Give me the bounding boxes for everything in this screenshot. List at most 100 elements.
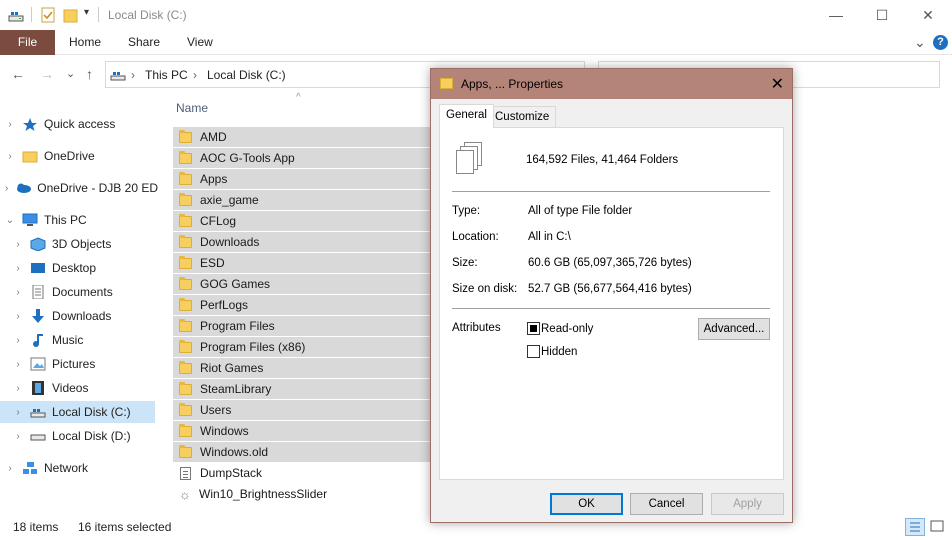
list-item[interactable]: AMD bbox=[173, 127, 430, 147]
list-item[interactable]: SteamLibrary bbox=[173, 379, 430, 399]
list-item[interactable]: ESD bbox=[173, 253, 430, 273]
item-name: Windows bbox=[200, 424, 249, 438]
status-item-count: 18 items bbox=[13, 520, 59, 534]
chevron-right-icon[interactable]: › bbox=[12, 287, 24, 298]
chevron-down-icon[interactable]: ⌄ bbox=[4, 215, 16, 226]
nav-item-pictures[interactable]: › Pictures bbox=[12, 354, 154, 374]
nav-item-local-disk-d[interactable]: › Local Disk (D:) bbox=[12, 426, 154, 446]
column-header-name[interactable]: Name bbox=[176, 101, 208, 115]
nav-item-network[interactable]: › Network bbox=[4, 458, 154, 478]
item-name: DumpStack bbox=[200, 466, 263, 480]
list-item[interactable]: Downloads bbox=[173, 232, 430, 252]
item-name: GOG Games bbox=[200, 277, 271, 291]
list-item[interactable]: DumpStack bbox=[173, 463, 430, 483]
list-item[interactable]: Riot Games bbox=[173, 358, 430, 378]
tab-general[interactable]: General bbox=[439, 104, 494, 128]
customize-toolbar-dropdown[interactable]: ▾ bbox=[84, 7, 89, 25]
nav-item-label: Downloads bbox=[52, 309, 112, 323]
breadcrumb-separator[interactable]: › bbox=[131, 68, 135, 82]
list-item[interactable]: CFLog bbox=[173, 211, 430, 231]
chevron-right-icon[interactable]: › bbox=[4, 151, 16, 162]
ok-button[interactable]: OK bbox=[550, 493, 623, 515]
chevron-right-icon[interactable]: › bbox=[12, 383, 24, 394]
folder-icon bbox=[179, 171, 192, 185]
list-item[interactable]: ☼ Win10_BrightnessSlider bbox=[173, 484, 430, 504]
divider bbox=[452, 308, 770, 309]
chevron-right-icon[interactable]: › bbox=[4, 119, 16, 130]
minimize-button[interactable]: — bbox=[813, 0, 859, 30]
nav-item-this-pc[interactable]: ⌄ This PC bbox=[4, 210, 154, 230]
breadcrumb-this-pc[interactable]: This PC bbox=[145, 68, 188, 82]
list-item[interactable]: Windows bbox=[173, 421, 430, 441]
list-item[interactable]: axie_game bbox=[173, 190, 430, 210]
list-item[interactable]: AOC G-Tools App bbox=[173, 148, 430, 168]
read-only-label[interactable]: Read-only bbox=[541, 323, 593, 335]
list-item[interactable]: Users bbox=[173, 400, 430, 420]
forward-button[interactable]: → bbox=[40, 66, 54, 82]
folder-icon bbox=[440, 78, 453, 89]
chevron-right-icon[interactable]: › bbox=[12, 263, 24, 274]
chevron-right-icon[interactable]: › bbox=[12, 239, 24, 250]
nav-item-quick-access[interactable]: › Quick access bbox=[4, 114, 154, 134]
list-item[interactable]: PerfLogs bbox=[173, 295, 430, 315]
list-item[interactable]: GOG Games bbox=[173, 274, 430, 294]
new-folder-icon[interactable] bbox=[63, 6, 79, 24]
nav-item-onedrive[interactable]: › OneDrive bbox=[4, 146, 154, 166]
breadcrumb-local-disk-c[interactable]: Local Disk (C:) bbox=[207, 68, 286, 82]
tab-file[interactable]: File bbox=[0, 30, 55, 55]
cancel-button[interactable]: Cancel bbox=[630, 493, 703, 515]
chevron-right-icon[interactable]: › bbox=[12, 311, 24, 322]
nav-item-music[interactable]: › Music bbox=[12, 330, 154, 350]
read-only-checkbox[interactable] bbox=[527, 322, 540, 335]
tab-share[interactable]: Share bbox=[128, 30, 160, 55]
details-view-icon[interactable] bbox=[905, 518, 925, 536]
expand-ribbon-button[interactable]: ⌄ bbox=[914, 30, 926, 55]
close-window-button[interactable]: ✕ bbox=[905, 0, 951, 30]
maximize-button[interactable]: ☐ bbox=[859, 0, 905, 30]
nav-item-onedrive-djb[interactable]: › OneDrive - DJB 20 ED bbox=[4, 178, 158, 198]
list-item[interactable]: Program Files bbox=[173, 316, 430, 336]
folder-icon bbox=[179, 381, 192, 395]
advanced-button[interactable]: Advanced... bbox=[698, 318, 770, 340]
chevron-right-icon[interactable]: › bbox=[12, 431, 24, 442]
cloud-icon bbox=[15, 181, 32, 195]
tab-customize[interactable]: Customize bbox=[488, 106, 557, 127]
item-name: SteamLibrary bbox=[200, 382, 272, 396]
chevron-right-icon[interactable]: › bbox=[12, 407, 24, 418]
dialog-title: Apps, ... Properties bbox=[461, 77, 564, 91]
nav-item-3d-objects[interactable]: › 3D Objects bbox=[12, 234, 154, 254]
nav-item-label: Local Disk (D:) bbox=[52, 429, 131, 443]
folder-icon bbox=[179, 360, 192, 374]
chevron-right-icon[interactable]: › bbox=[12, 359, 24, 370]
chevron-right-icon[interactable]: › bbox=[4, 463, 16, 474]
chevron-right-icon[interactable]: › bbox=[12, 335, 24, 346]
close-dialog-button[interactable]: ✕ bbox=[771, 74, 784, 94]
hidden-label[interactable]: Hidden bbox=[541, 346, 577, 358]
dialog-caption[interactable]: Apps, ... Properties ✕ bbox=[431, 69, 792, 99]
nav-item-downloads[interactable]: › Downloads bbox=[12, 306, 154, 326]
recent-locations-button[interactable]: ⌄ bbox=[66, 67, 75, 80]
help-button[interactable]: ? bbox=[933, 35, 948, 50]
sort-ascending-icon: ^ bbox=[296, 92, 301, 103]
videos-icon bbox=[30, 381, 46, 395]
item-name: Program Files bbox=[200, 319, 275, 333]
nav-item-videos[interactable]: › Videos bbox=[12, 378, 154, 398]
apply-button[interactable]: Apply bbox=[711, 493, 784, 515]
list-item[interactable]: Program Files (x86) bbox=[173, 337, 430, 357]
list-item[interactable]: Apps bbox=[173, 169, 430, 189]
nav-item-desktop[interactable]: › Desktop bbox=[12, 258, 154, 278]
breadcrumb-separator[interactable]: › bbox=[193, 68, 197, 82]
back-button[interactable]: ← bbox=[11, 66, 25, 82]
folder-icon bbox=[179, 423, 192, 437]
hidden-checkbox[interactable] bbox=[527, 345, 540, 358]
star-icon bbox=[22, 117, 38, 131]
chevron-right-icon[interactable]: › bbox=[4, 183, 9, 194]
list-item[interactable]: Windows.old bbox=[173, 442, 430, 462]
tab-view[interactable]: View bbox=[187, 30, 213, 55]
nav-item-local-disk-c[interactable]: › Local Disk (C:) bbox=[0, 401, 155, 423]
nav-item-documents[interactable]: › Documents bbox=[12, 282, 154, 302]
up-button[interactable]: ↑ bbox=[86, 66, 93, 82]
tab-home[interactable]: Home bbox=[69, 30, 101, 55]
large-icons-view-icon[interactable] bbox=[928, 518, 948, 536]
properties-icon[interactable] bbox=[40, 6, 56, 24]
